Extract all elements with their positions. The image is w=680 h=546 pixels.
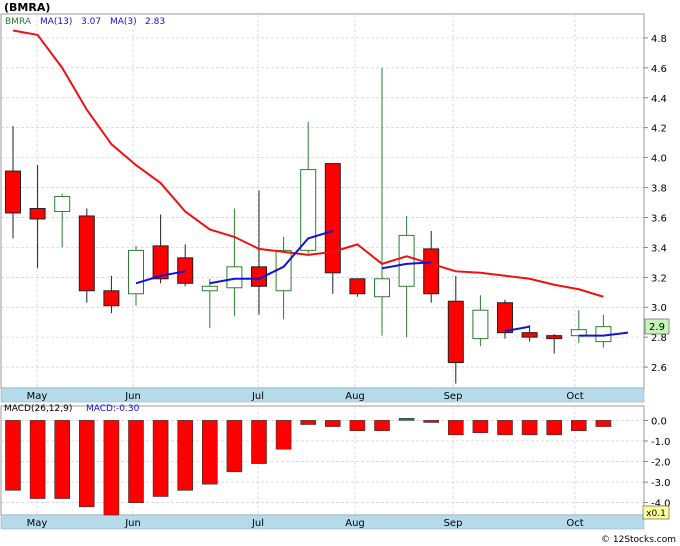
macd-x-tick-label: Sep xyxy=(444,518,463,529)
price-x-tick-label: Aug xyxy=(345,391,365,402)
macd-bar xyxy=(398,418,415,421)
macd-bar xyxy=(595,420,612,427)
price-x-tick-label: Jun xyxy=(124,391,141,402)
candle-down xyxy=(521,332,538,338)
macd-bar xyxy=(472,420,489,434)
macd-bar xyxy=(103,420,120,516)
candle-down xyxy=(546,335,563,340)
macd-bar xyxy=(29,420,46,499)
candle-up xyxy=(472,309,489,340)
macd-bar xyxy=(251,420,267,464)
macd-bar xyxy=(300,420,317,425)
candle-up xyxy=(275,249,292,292)
legend-ma13-label: MA(13) xyxy=(40,17,72,27)
legend-ma3-value: 2.83 xyxy=(145,17,165,27)
candle-down xyxy=(423,248,440,295)
macd-x-tick-label: Jun xyxy=(124,518,141,529)
candle-down xyxy=(5,170,21,214)
price-date-band xyxy=(0,387,645,403)
macd-bar xyxy=(54,420,71,499)
macd-bar xyxy=(202,420,218,485)
macd-bar xyxy=(447,420,464,436)
legend-ticker: BMRA xyxy=(5,17,32,27)
legend-ma3-label: MA(3) xyxy=(110,17,137,27)
macd-y-tick-label: -3.0 xyxy=(651,478,671,489)
price-y-tick-label: 4.6 xyxy=(651,64,667,75)
candle-down xyxy=(497,302,513,334)
macd-legend-value: MACD:-0.30 xyxy=(86,404,140,414)
price-panel xyxy=(0,13,645,389)
candle-up xyxy=(398,234,415,287)
macd-bar xyxy=(177,420,193,491)
price-y-tick-label: 4.4 xyxy=(651,94,667,105)
price-x-tick-label: Oct xyxy=(566,391,583,402)
macd-x-tick-label: Oct xyxy=(566,518,583,529)
candle-up xyxy=(201,285,218,292)
macd-x-tick-label: Jul xyxy=(251,518,264,529)
footer-credit: © 12Stocks.com xyxy=(601,535,676,545)
candle-down xyxy=(177,257,194,284)
macd-bar xyxy=(5,420,21,491)
macd-date-band xyxy=(0,514,645,530)
macd-bar xyxy=(152,420,169,497)
candle-up xyxy=(374,278,390,298)
price-y-tick-label: 3.4 xyxy=(651,243,667,254)
macd-bar xyxy=(546,420,563,436)
chart-title: (BMRA) xyxy=(4,1,50,14)
macd-bar xyxy=(423,420,440,423)
candle-down xyxy=(447,300,464,364)
candle-down xyxy=(324,163,341,274)
price-y-tick-label: 4.2 xyxy=(651,124,667,135)
macd-x-tick-label: Aug xyxy=(345,518,365,529)
price-y-tick-label: 2.6 xyxy=(651,363,667,374)
chart-root: May Jun Jul Aug Sep Oct May Jun Jul Aug Sep Oct 2.… xyxy=(0,0,680,546)
candle-up xyxy=(54,196,71,212)
macd-bar xyxy=(275,420,292,450)
macd-bar xyxy=(349,420,366,431)
candle-down xyxy=(29,207,46,220)
macd-scale-badge-text: x0.1 xyxy=(646,509,666,519)
macd-bar xyxy=(570,420,587,431)
macd-bar xyxy=(226,420,243,473)
price-y-tick-label: 3.2 xyxy=(651,273,667,284)
price-y-tick-label: 4.8 xyxy=(651,34,667,45)
price-y-tick-label: 3.0 xyxy=(651,303,667,314)
price-y-tick-label: 3.8 xyxy=(651,184,667,195)
macd-bar xyxy=(79,420,95,508)
macd-x-tick-label: May xyxy=(27,518,48,529)
price-y-tick-label: 4.0 xyxy=(651,154,667,165)
macd-y-axis: 0.0-1.0-2.0-3.0-4.0 xyxy=(644,416,671,510)
macd-bar xyxy=(497,420,513,436)
macd-y-tick-label: 0.0 xyxy=(651,416,667,427)
price-y-tick-label: 2.8 xyxy=(651,333,667,344)
candle-down xyxy=(349,278,366,295)
price-y-tick-label: 3.6 xyxy=(651,213,667,224)
macd-bar xyxy=(128,420,144,503)
stock-chart: May Jun Jul Aug Sep Oct May Jun Jul Aug Sep Oct 2.… xyxy=(0,1,676,545)
last-price-badge-text: 2.9 xyxy=(649,322,665,333)
macd-bar xyxy=(374,420,390,431)
candle-down xyxy=(103,290,120,307)
price-x-tick-label: Jul xyxy=(251,391,264,402)
macd-legend-label: MACD(26,12,9) xyxy=(4,404,72,414)
price-x-tick-label: Sep xyxy=(444,391,463,402)
macd-y-tick-label: -1.0 xyxy=(651,437,671,448)
legend-ma13-value: 3.07 xyxy=(81,17,101,27)
candle-up xyxy=(128,249,144,295)
price-x-tick-label: May xyxy=(27,391,48,402)
candle-up xyxy=(226,266,243,289)
macd-bar xyxy=(521,420,538,436)
candle-down xyxy=(78,215,95,292)
macd-y-tick-label: -2.0 xyxy=(651,458,671,469)
macd-bar xyxy=(324,420,341,427)
